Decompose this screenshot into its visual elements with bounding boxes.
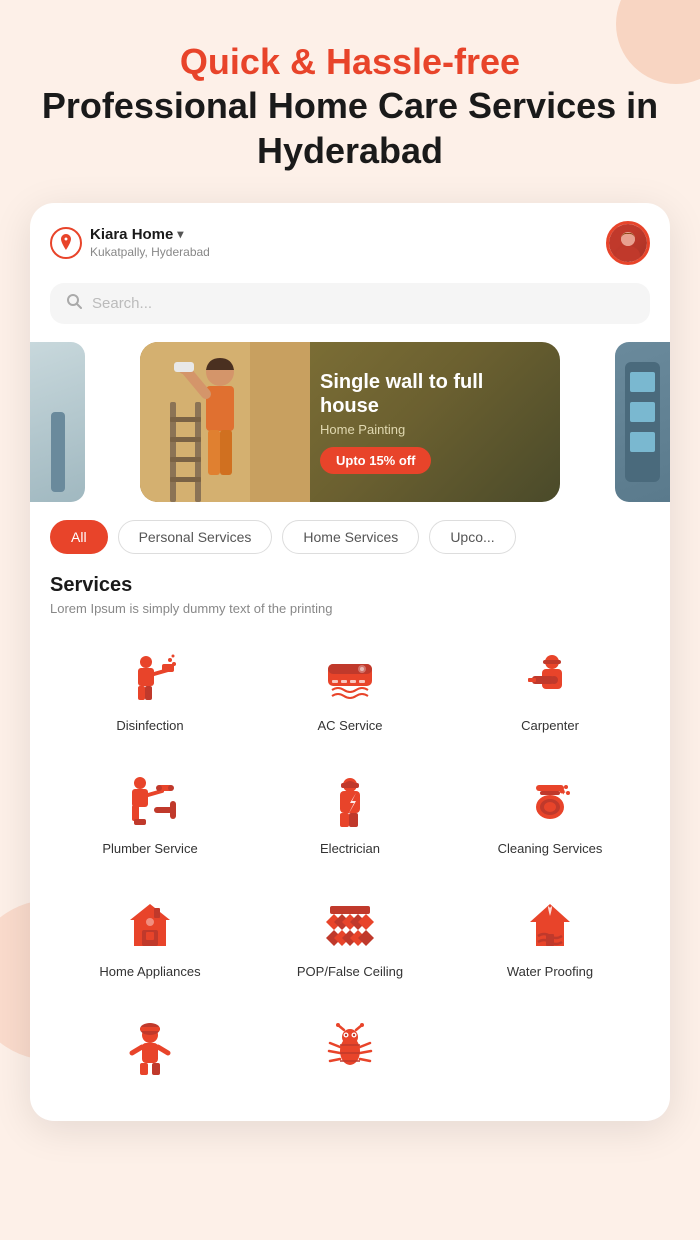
home-appliances-icon [120,896,180,956]
service-item-water-proofing[interactable]: Water Proofing [450,882,650,995]
banner-right-peek [615,342,670,502]
hero-title: Quick & Hassle-free Professional Home Ca… [30,40,670,173]
service-label-cleaning: Cleaning Services [498,841,603,858]
app-card: Kiara Home ▾ Kukatpally, Hyderabad [30,203,670,1121]
banner-cta[interactable]: Upto 15% off [320,447,431,474]
extra2-icon [320,1019,380,1079]
search-bar[interactable]: Search... [50,283,650,324]
service-label-electrician: Electrician [320,841,380,858]
banner-text: Single wall to full house Home Painting … [310,354,560,490]
section-subtitle: Lorem Ipsum is simply dummy text of the … [50,601,650,616]
service-label-plumber: Plumber Service [102,841,197,858]
banner-main[interactable]: Single wall to full house Home Painting … [140,342,560,502]
service-item-extra1[interactable] [50,1005,250,1101]
service-label-ac: AC Service [317,718,382,735]
location-pin-icon [50,227,82,259]
banner-title: Single wall to full house [320,370,540,418]
svg-text:✦: ✦ [560,788,567,797]
service-item-home-appliances[interactable]: Home Appliances [50,882,250,995]
services-section: Services Lorem Ipsum is simply dummy tex… [30,554,670,1101]
service-item-extra2[interactable] [250,1005,450,1101]
service-item-electrician[interactable]: Electrician [250,759,450,872]
tab-home-services[interactable]: Home Services [282,520,419,554]
service-label-disinfection: Disinfection [116,718,183,735]
service-item-carpenter[interactable]: Carpenter [450,636,650,749]
service-item-plumber[interactable]: Plumber Service [50,759,250,872]
service-label-pop-ceiling: POP/False Ceiling [297,964,403,981]
service-item-ac[interactable]: AC Service [250,636,450,749]
banner-area: Single wall to full house Home Painting … [30,342,670,502]
search-icon [66,293,82,314]
ceiling-icon [320,896,380,956]
top-bar: Kiara Home ▾ Kukatpally, Hyderabad [30,203,670,275]
service-item-cleaning[interactable]: ✦ Cleaning Services [450,759,650,872]
search-input[interactable]: Search... [92,295,152,312]
service-label-carpenter: Carpenter [521,718,579,735]
service-item-empty [450,1005,650,1101]
tab-all[interactable]: All [50,520,108,554]
ac-icon [320,650,380,710]
cleaning-icon: ✦ [520,773,580,833]
service-item-pop-ceiling[interactable]: POP/False Ceiling [250,882,450,995]
avatar[interactable] [606,221,650,265]
extra1-icon [120,1019,180,1079]
banner-person-illustration [140,342,310,502]
section-title: Services [50,574,650,597]
plumber-icon [120,773,180,833]
avatar-image [609,224,647,262]
service-grid: Disinfection [50,636,650,1101]
electrician-icon [320,773,380,833]
banner-left-peek [30,342,85,502]
location-name: Kiara Home ▾ [90,226,210,243]
chevron-down-icon: ▾ [177,227,183,241]
carpenter-icon [520,650,580,710]
hero-accent: Quick & Hassle-free [30,40,670,83]
service-item-disinfection[interactable]: Disinfection [50,636,250,749]
tab-personal-services[interactable]: Personal Services [118,520,273,554]
location-text: Kiara Home ▾ Kukatpally, Hyderabad [90,226,210,261]
location-selector[interactable]: Kiara Home ▾ Kukatpally, Hyderabad [50,226,210,261]
disinfection-icon [120,650,180,710]
waterproof-icon [520,896,580,956]
service-label-home-appliances: Home Appliances [99,964,200,981]
filter-tabs: All Personal Services Home Services Upco… [30,502,670,554]
hero-main: Professional Home Care Services in Hyder… [30,83,670,173]
tab-upcoming[interactable]: Upco... [429,520,515,554]
location-sub: Kukatpally, Hyderabad [90,245,210,259]
service-label-water-proofing: Water Proofing [507,964,593,981]
banner-subtitle: Home Painting [320,422,540,437]
